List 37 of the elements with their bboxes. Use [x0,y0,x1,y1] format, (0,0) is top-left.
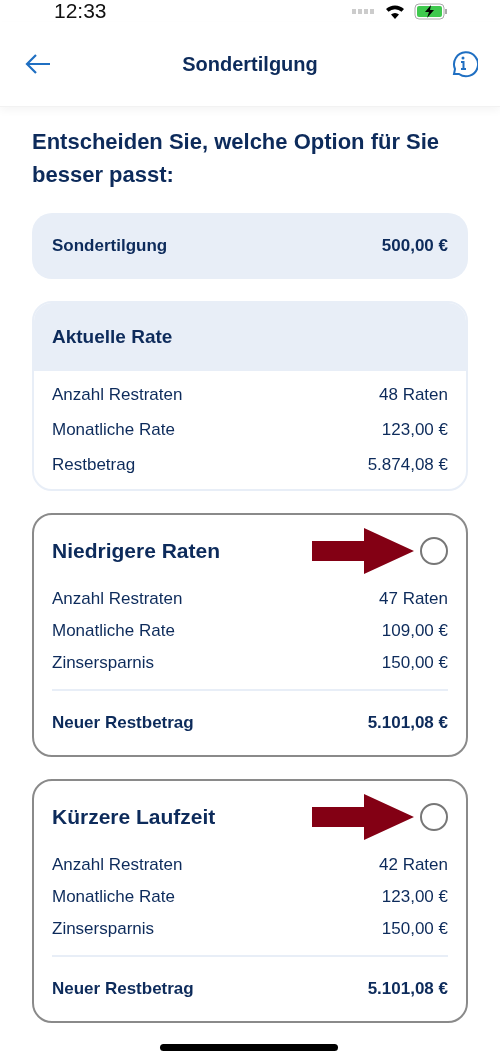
row-value: 5.874,08 € [367,455,448,475]
row-value: 109,00 € [381,621,448,641]
row-value: 42 Raten [379,855,448,875]
battery-icon [414,2,448,20]
total-value: 5.101,08 € [367,713,448,733]
radio-button[interactable] [420,803,448,831]
row-label: Restbetrag [52,455,136,475]
row-label: Anzahl Restraten [52,855,183,875]
row-label: Monatliche Rate [52,621,175,641]
signal-icon [352,8,376,14]
row-value: 123,00 € [381,420,448,440]
row-value: 123,00 € [381,887,448,907]
total-label: Neuer Restbetrag [52,713,194,733]
summary-value: 500,00 € [381,236,448,256]
row-label: Zinsersparnis [52,653,155,673]
option-card[interactable]: Niedrigere Raten Anzahl Restraten 47 Raten Monatliche Rate 109,00 € Zinsersparnis 150,00 € Neuer Restbetrag 5.101,08 € [32,513,468,757]
total-value: 5.101,08 € [367,979,448,999]
total-label: Neuer Restbetrag [52,979,194,999]
option-title: Kürzere Laufzeit [52,805,216,829]
question-heading: Entscheiden Sie, welche Option für Sie besser passt: [32,128,441,189]
row-value: 47 Raten [379,589,448,609]
summary-label: Sondertilgung [52,236,168,256]
row-value: 150,00 € [381,919,448,939]
row-value: 150,00 € [381,653,448,673]
row-label: Monatliche Rate [52,420,175,440]
row-label: Anzahl Restraten [52,589,183,609]
row-value: 48 Raten [379,385,448,405]
wifi-icon [384,3,406,19]
option-card[interactable]: Kürzere Laufzeit Anzahl Restraten 42 Raten Monatliche Rate 123,00 € Zinsersparnis 150,00 € Neuer Restbetrag 5.101,08 € [32,779,468,1023]
status-time: 12:33 [54,0,107,23]
row-label: Zinsersparnis [52,919,155,939]
page-title: Sondertilgung [182,52,318,76]
card-title: Aktuelle Rate [52,326,173,348]
row-label: Monatliche Rate [52,887,175,907]
row-label: Anzahl Restraten [52,385,183,405]
option-title: Niedrigere Raten [52,539,221,563]
radio-button[interactable] [420,537,448,565]
